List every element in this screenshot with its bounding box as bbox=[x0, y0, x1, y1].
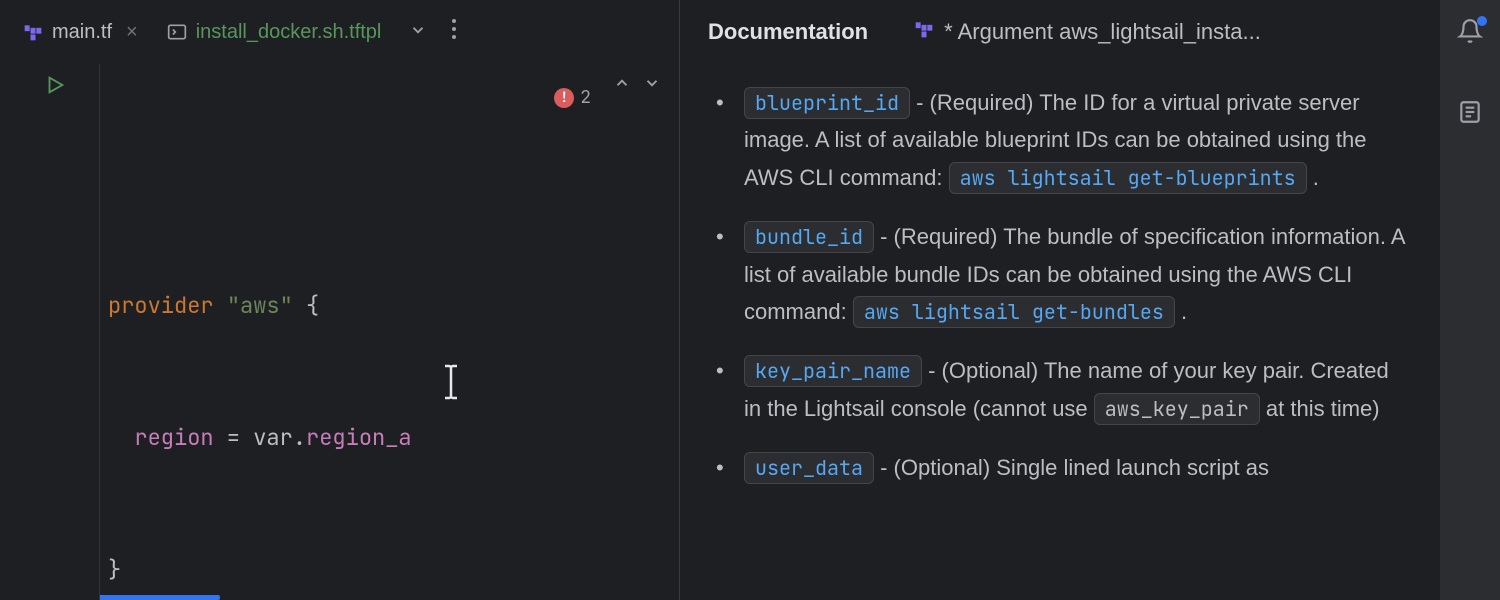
doc-tab-documentation[interactable]: Documentation bbox=[700, 9, 876, 55]
fold-controls[interactable] bbox=[613, 74, 661, 92]
code-chip: aws_key_pair bbox=[1094, 393, 1260, 425]
right-tool-gutter bbox=[1440, 0, 1500, 600]
shell-icon bbox=[166, 21, 188, 43]
tabs-dropdown-icon[interactable] bbox=[395, 19, 441, 45]
doc-tab-label: Documentation bbox=[708, 19, 868, 45]
close-icon[interactable]: × bbox=[126, 21, 138, 44]
doc-text: - (Optional) Single lined launch script … bbox=[874, 455, 1269, 480]
doc-item-blueprint-id: blueprint_id - (Required) The ID for a v… bbox=[710, 84, 1410, 196]
tabs-more-icon[interactable] bbox=[441, 18, 467, 46]
tab-main-tf[interactable]: main.tf × bbox=[8, 0, 152, 64]
doc-item-bundle-id: bundle_id - (Required) The bundle of spe… bbox=[710, 218, 1410, 330]
doc-item-user-data: user_data - (Optional) Single lined laun… bbox=[710, 449, 1410, 486]
editor-pane: main.tf × install_docker.sh.tftpl 2 bbox=[0, 0, 680, 600]
code-chip: aws lightsail get-bundles bbox=[853, 296, 1175, 328]
doc-content: blueprint_id - (Required) The ID for a v… bbox=[680, 64, 1440, 600]
doc-text: . bbox=[1307, 165, 1319, 190]
terraform-icon bbox=[914, 19, 934, 45]
code-line[interactable]: region = var.region_a bbox=[100, 416, 679, 460]
terraform-icon bbox=[22, 21, 44, 43]
editor-gutter bbox=[0, 64, 100, 600]
tab-label: main.tf bbox=[52, 21, 112, 44]
doc-list: blueprint_id - (Required) The ID for a v… bbox=[710, 84, 1410, 487]
doc-text: . bbox=[1175, 299, 1187, 324]
notifications-icon[interactable] bbox=[1457, 18, 1483, 49]
doc-text: at this time) bbox=[1260, 396, 1380, 421]
editor-tabs-bar: main.tf × install_docker.sh.tftpl bbox=[0, 0, 679, 64]
code-chip: aws lightsail get-blueprints bbox=[949, 162, 1307, 194]
code-chip: key_pair_name bbox=[744, 355, 922, 387]
tab-install-docker[interactable]: install_docker.sh.tftpl bbox=[152, 0, 396, 64]
notification-dot bbox=[1477, 16, 1487, 26]
problems-indicator[interactable]: 2 bbox=[554, 76, 591, 120]
tab-label: install_docker.sh.tftpl bbox=[196, 21, 382, 44]
run-icon[interactable] bbox=[44, 74, 66, 101]
code-line[interactable]: } bbox=[100, 548, 679, 592]
documentation-pane: Documentation * Argument aws_lightsail_i… bbox=[680, 0, 1440, 600]
doc-tab-label: * Argument aws_lightsail_insta... bbox=[944, 19, 1261, 45]
doc-tabs: Documentation * Argument aws_lightsail_i… bbox=[680, 0, 1440, 64]
error-icon bbox=[554, 88, 574, 108]
code-chip: blueprint_id bbox=[744, 87, 910, 119]
documentation-tool-icon[interactable] bbox=[1457, 99, 1483, 130]
code-line[interactable]: provider "aws" { bbox=[100, 284, 679, 328]
doc-tab-argument[interactable]: * Argument aws_lightsail_insta... bbox=[906, 9, 1269, 55]
code-area[interactable]: 2 provider "aws" { region = var.region_a… bbox=[100, 64, 679, 600]
editor-body: 2 provider "aws" { region = var.region_a… bbox=[0, 64, 679, 600]
code-chip: bundle_id bbox=[744, 221, 874, 253]
problems-count: 2 bbox=[580, 76, 591, 120]
doc-item-key-pair-name: key_pair_name - (Optional) The name of y… bbox=[710, 352, 1410, 427]
code-chip: user_data bbox=[744, 452, 874, 484]
